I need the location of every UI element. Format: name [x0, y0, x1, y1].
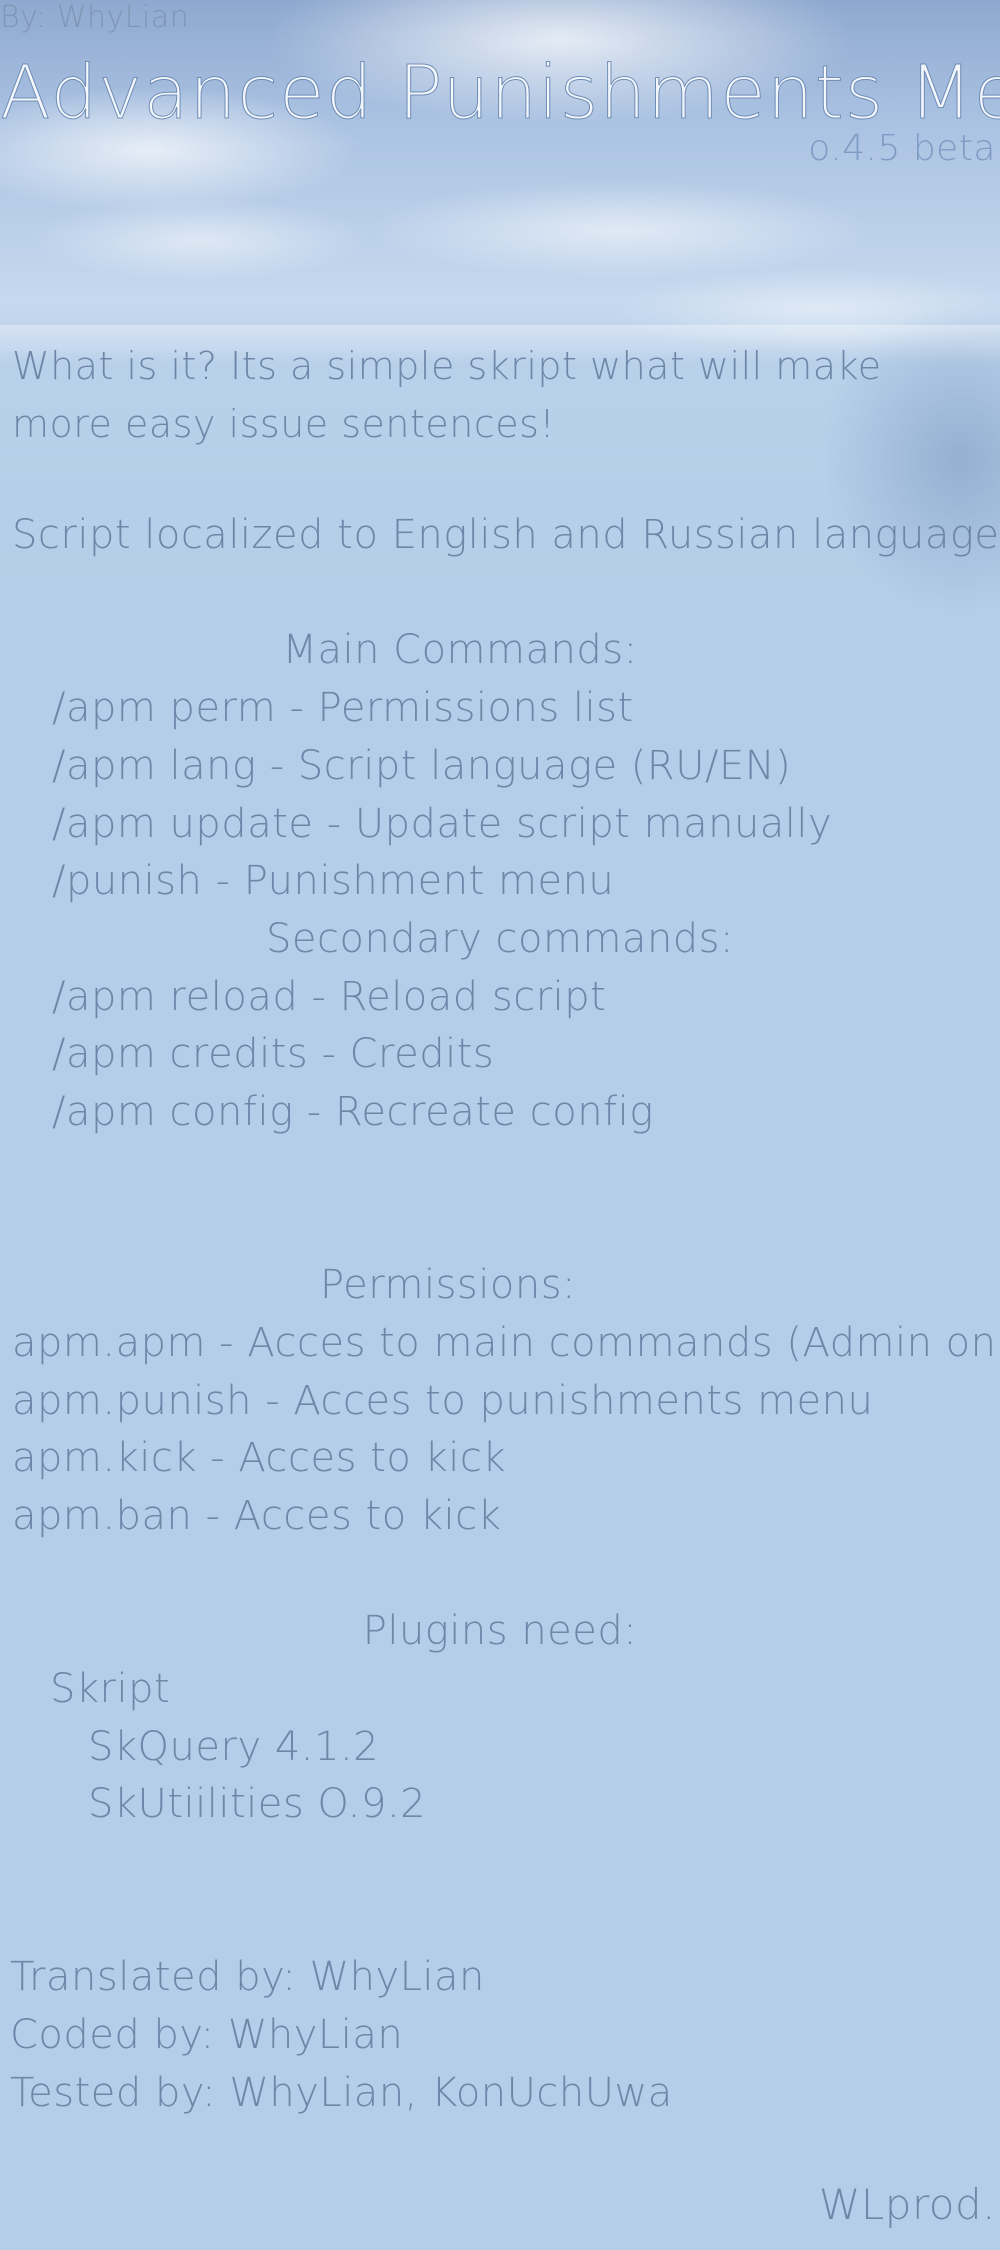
page-title: Advanced Punishments Menu	[0, 50, 1000, 136]
plugins-heading: Plugins need:	[362, 1608, 638, 1654]
plugin-addon-item: SkUtiilities O.9.2	[88, 1781, 427, 1827]
plugin-item: Skript	[50, 1666, 171, 1712]
command-item: /apm update - Update script manually	[52, 801, 833, 847]
author-byline: By: WhyLian	[0, 0, 190, 35]
plugin-addon-item: SkQuery 4.1.2	[88, 1724, 380, 1770]
permission-item: apm.ban - Acces to kick	[12, 1493, 502, 1539]
command-item: /apm lang - Script language (RU/EN)	[52, 743, 792, 789]
command-item: /punish - Punishment menu	[52, 858, 615, 904]
command-item: /apm config - Recreate config	[52, 1089, 654, 1135]
localization-note: Script localized to English and Russian …	[12, 512, 1000, 558]
secondary-commands-heading: Secondary commands:	[265, 916, 734, 962]
command-item: /apm reload - Reload script	[52, 974, 607, 1020]
permission-item: apm.punish - Acces to punishments menu	[12, 1378, 874, 1424]
permission-item: apm.kick - Acces to kick	[12, 1435, 506, 1481]
credit-translated: Translated by: WhyLian	[10, 1954, 485, 2000]
brand-signature: WLprod.	[818, 2180, 996, 2229]
permissions-heading: Permissions:	[319, 1262, 577, 1308]
credit-coded: Coded by: WhyLian	[10, 2012, 404, 2058]
credit-tested: Tested by: WhyLian, KonUchUwa	[10, 2070, 673, 2116]
version-label: o.4.5 beta	[808, 128, 996, 169]
intro-description: What is it? Its a simple skript what wil…	[12, 344, 882, 446]
main-commands-heading: Main Commands:	[282, 627, 638, 673]
permission-item: apm.apm - Acces to main commands (Admin …	[12, 1320, 1000, 1366]
command-item: /apm credits - Credits	[52, 1031, 495, 1077]
command-item: /apm perm - Permissions list	[52, 685, 634, 731]
